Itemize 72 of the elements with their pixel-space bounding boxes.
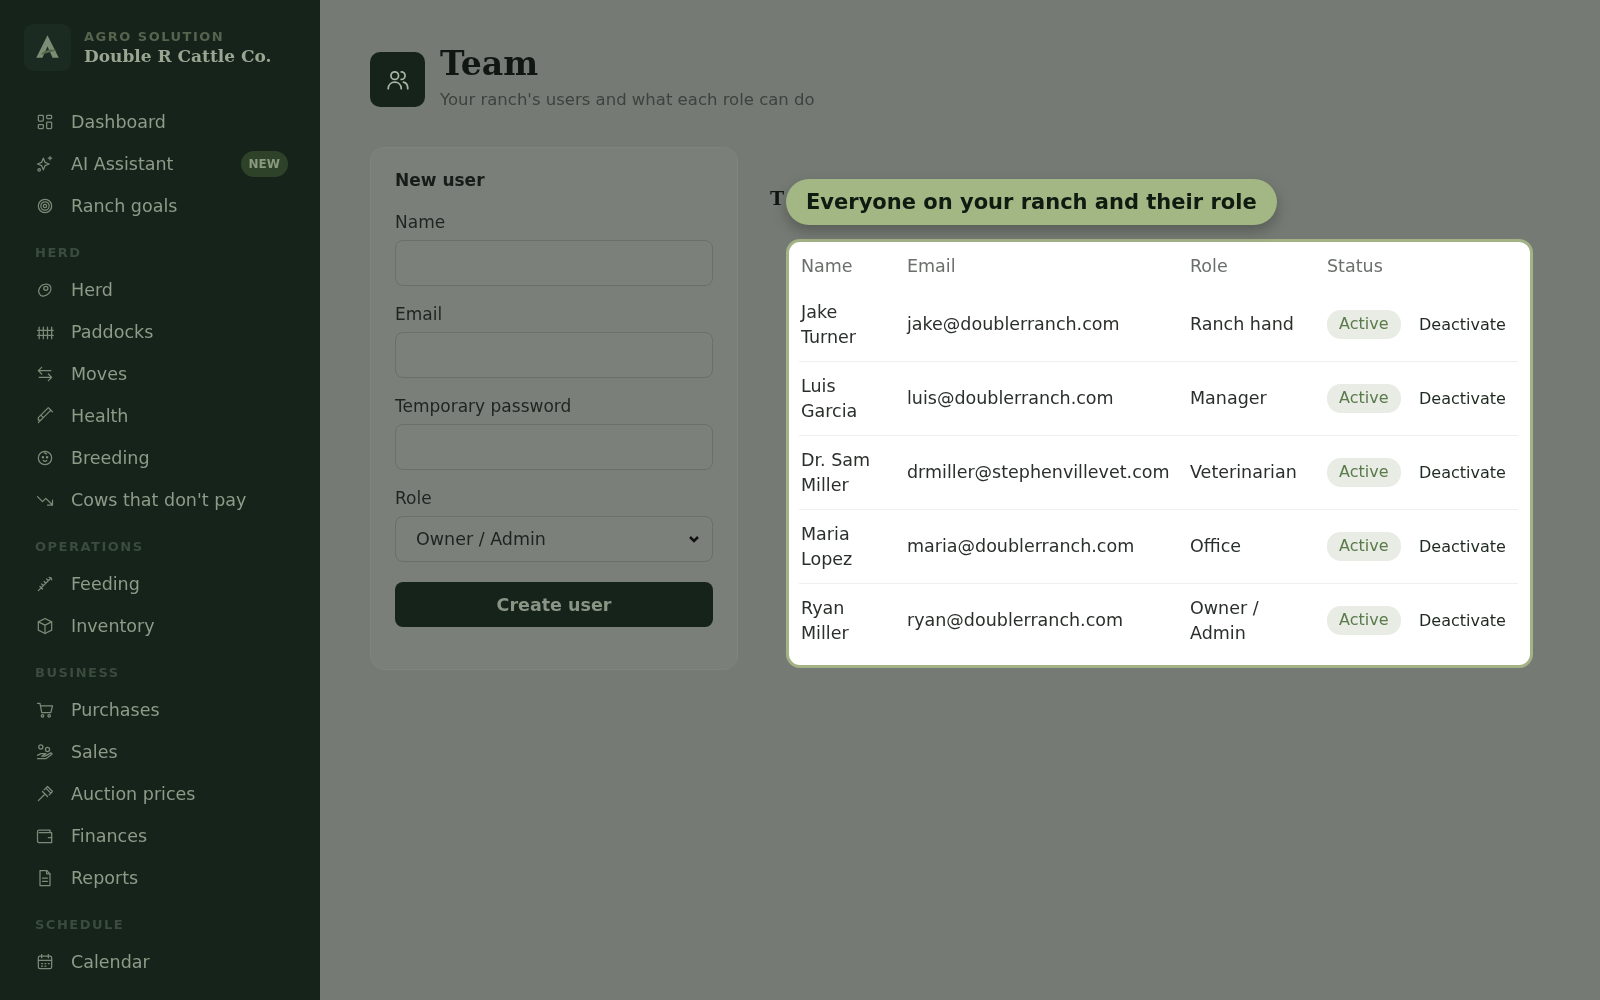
table-cell: Ranch hand (1188, 288, 1325, 362)
nav-item[interactable]: Moves (71, 364, 285, 384)
table-cell: Owner / Admin (1188, 583, 1325, 657)
table-cell: Dr. Sam Miller (799, 435, 905, 510)
users-icon (370, 52, 425, 107)
deactivate-link[interactable]: Deactivate (1419, 610, 1506, 633)
table-cell: maria@doublerranch.com (905, 509, 1188, 584)
table-cell: Manager (1188, 361, 1325, 436)
field-label: Role (395, 488, 433, 508)
tour-tooltip: Everyone on your ranch and their role (786, 179, 1277, 225)
card-title: New user (395, 170, 486, 190)
status-badge: Active (1327, 458, 1401, 487)
column-header: Name (800, 255, 854, 278)
table-cell: Office (1188, 509, 1325, 584)
brand-name: Double R Cattle Co. (84, 46, 272, 66)
status-badge: Active (1327, 310, 1401, 339)
table-cell: Maria Lopez (799, 509, 905, 584)
table-cell: Veterinarian (1188, 435, 1325, 510)
nav-item[interactable]: Auction prices (71, 784, 285, 804)
table-cell: luis@doublerranch.com (905, 361, 1188, 436)
steak-icon[interactable] (35, 280, 55, 300)
new-badge: NEW (240, 151, 288, 177)
table-cell: ryan@doublerranch.com (905, 583, 1188, 657)
create-user-button[interactable]: Create user (395, 582, 713, 627)
section-heading: T (770, 187, 785, 209)
table-cell: Ryan Miller (799, 583, 905, 657)
deactivate-link[interactable]: Deactivate (1419, 388, 1506, 411)
deactivate-link[interactable]: Deactivate (1419, 314, 1506, 337)
calendar-icon[interactable] (35, 952, 55, 972)
arrows-icon[interactable] (35, 364, 55, 384)
brand-tagline: AGRO SOLUTION (84, 29, 226, 44)
table-cell: Jake Turner (799, 288, 905, 362)
nav-item[interactable]: AI Assistant (71, 154, 225, 174)
hand-icon[interactable] (35, 742, 55, 762)
role-select[interactable]: Owner / Admin (395, 516, 713, 562)
nav-item[interactable]: Paddocks (71, 322, 285, 342)
grid-icon[interactable] (35, 112, 55, 132)
nav-item[interactable]: Inventory (71, 616, 285, 636)
table-cell: jake@doublerranch.com (905, 288, 1188, 362)
field-label: Email (395, 304, 444, 324)
nav-item[interactable]: Health (71, 406, 285, 426)
field-label: Name (395, 212, 447, 232)
nav-item[interactable]: Breeding (71, 448, 285, 468)
page-subtitle: Your ranch's users and what each role can do (440, 90, 815, 109)
nav-item[interactable]: Reports (71, 868, 285, 888)
nav-item[interactable]: Finances (71, 826, 285, 846)
field-label: Temporary password (395, 396, 573, 416)
page-title: Team (440, 47, 540, 80)
gavel-icon[interactable] (35, 784, 55, 804)
nav-item[interactable]: Sales (71, 742, 285, 762)
column-header: Status (1326, 255, 1384, 278)
caret-icon (688, 533, 700, 545)
table-cell: drmiller@stephenvillevet.com (905, 435, 1188, 510)
nav-item[interactable]: Purchases (71, 700, 285, 720)
nav-item[interactable]: Herd (71, 280, 285, 300)
nav-item[interactable]: Calendar (71, 952, 285, 972)
cart-icon[interactable] (35, 700, 55, 720)
table-cell: Luis Garcia (799, 361, 905, 436)
status-badge: Active (1327, 532, 1401, 561)
deactivate-link[interactable]: Deactivate (1419, 536, 1506, 559)
target-icon[interactable] (35, 196, 55, 216)
sparkle-icon[interactable] (35, 154, 55, 174)
nav-item[interactable]: Dashboard (71, 112, 285, 132)
nav-item[interactable]: Cows that don't pay (71, 490, 285, 510)
column-header: Role (1189, 255, 1229, 278)
status-badge: Active (1327, 606, 1401, 635)
deactivate-link[interactable]: Deactivate (1419, 462, 1506, 485)
status-badge: Active (1327, 384, 1401, 413)
nav-item[interactable]: Ranch goals (71, 196, 285, 216)
column-header: Email (906, 255, 957, 278)
nav-item[interactable]: Feeding (71, 574, 285, 594)
box-icon[interactable] (35, 616, 55, 636)
